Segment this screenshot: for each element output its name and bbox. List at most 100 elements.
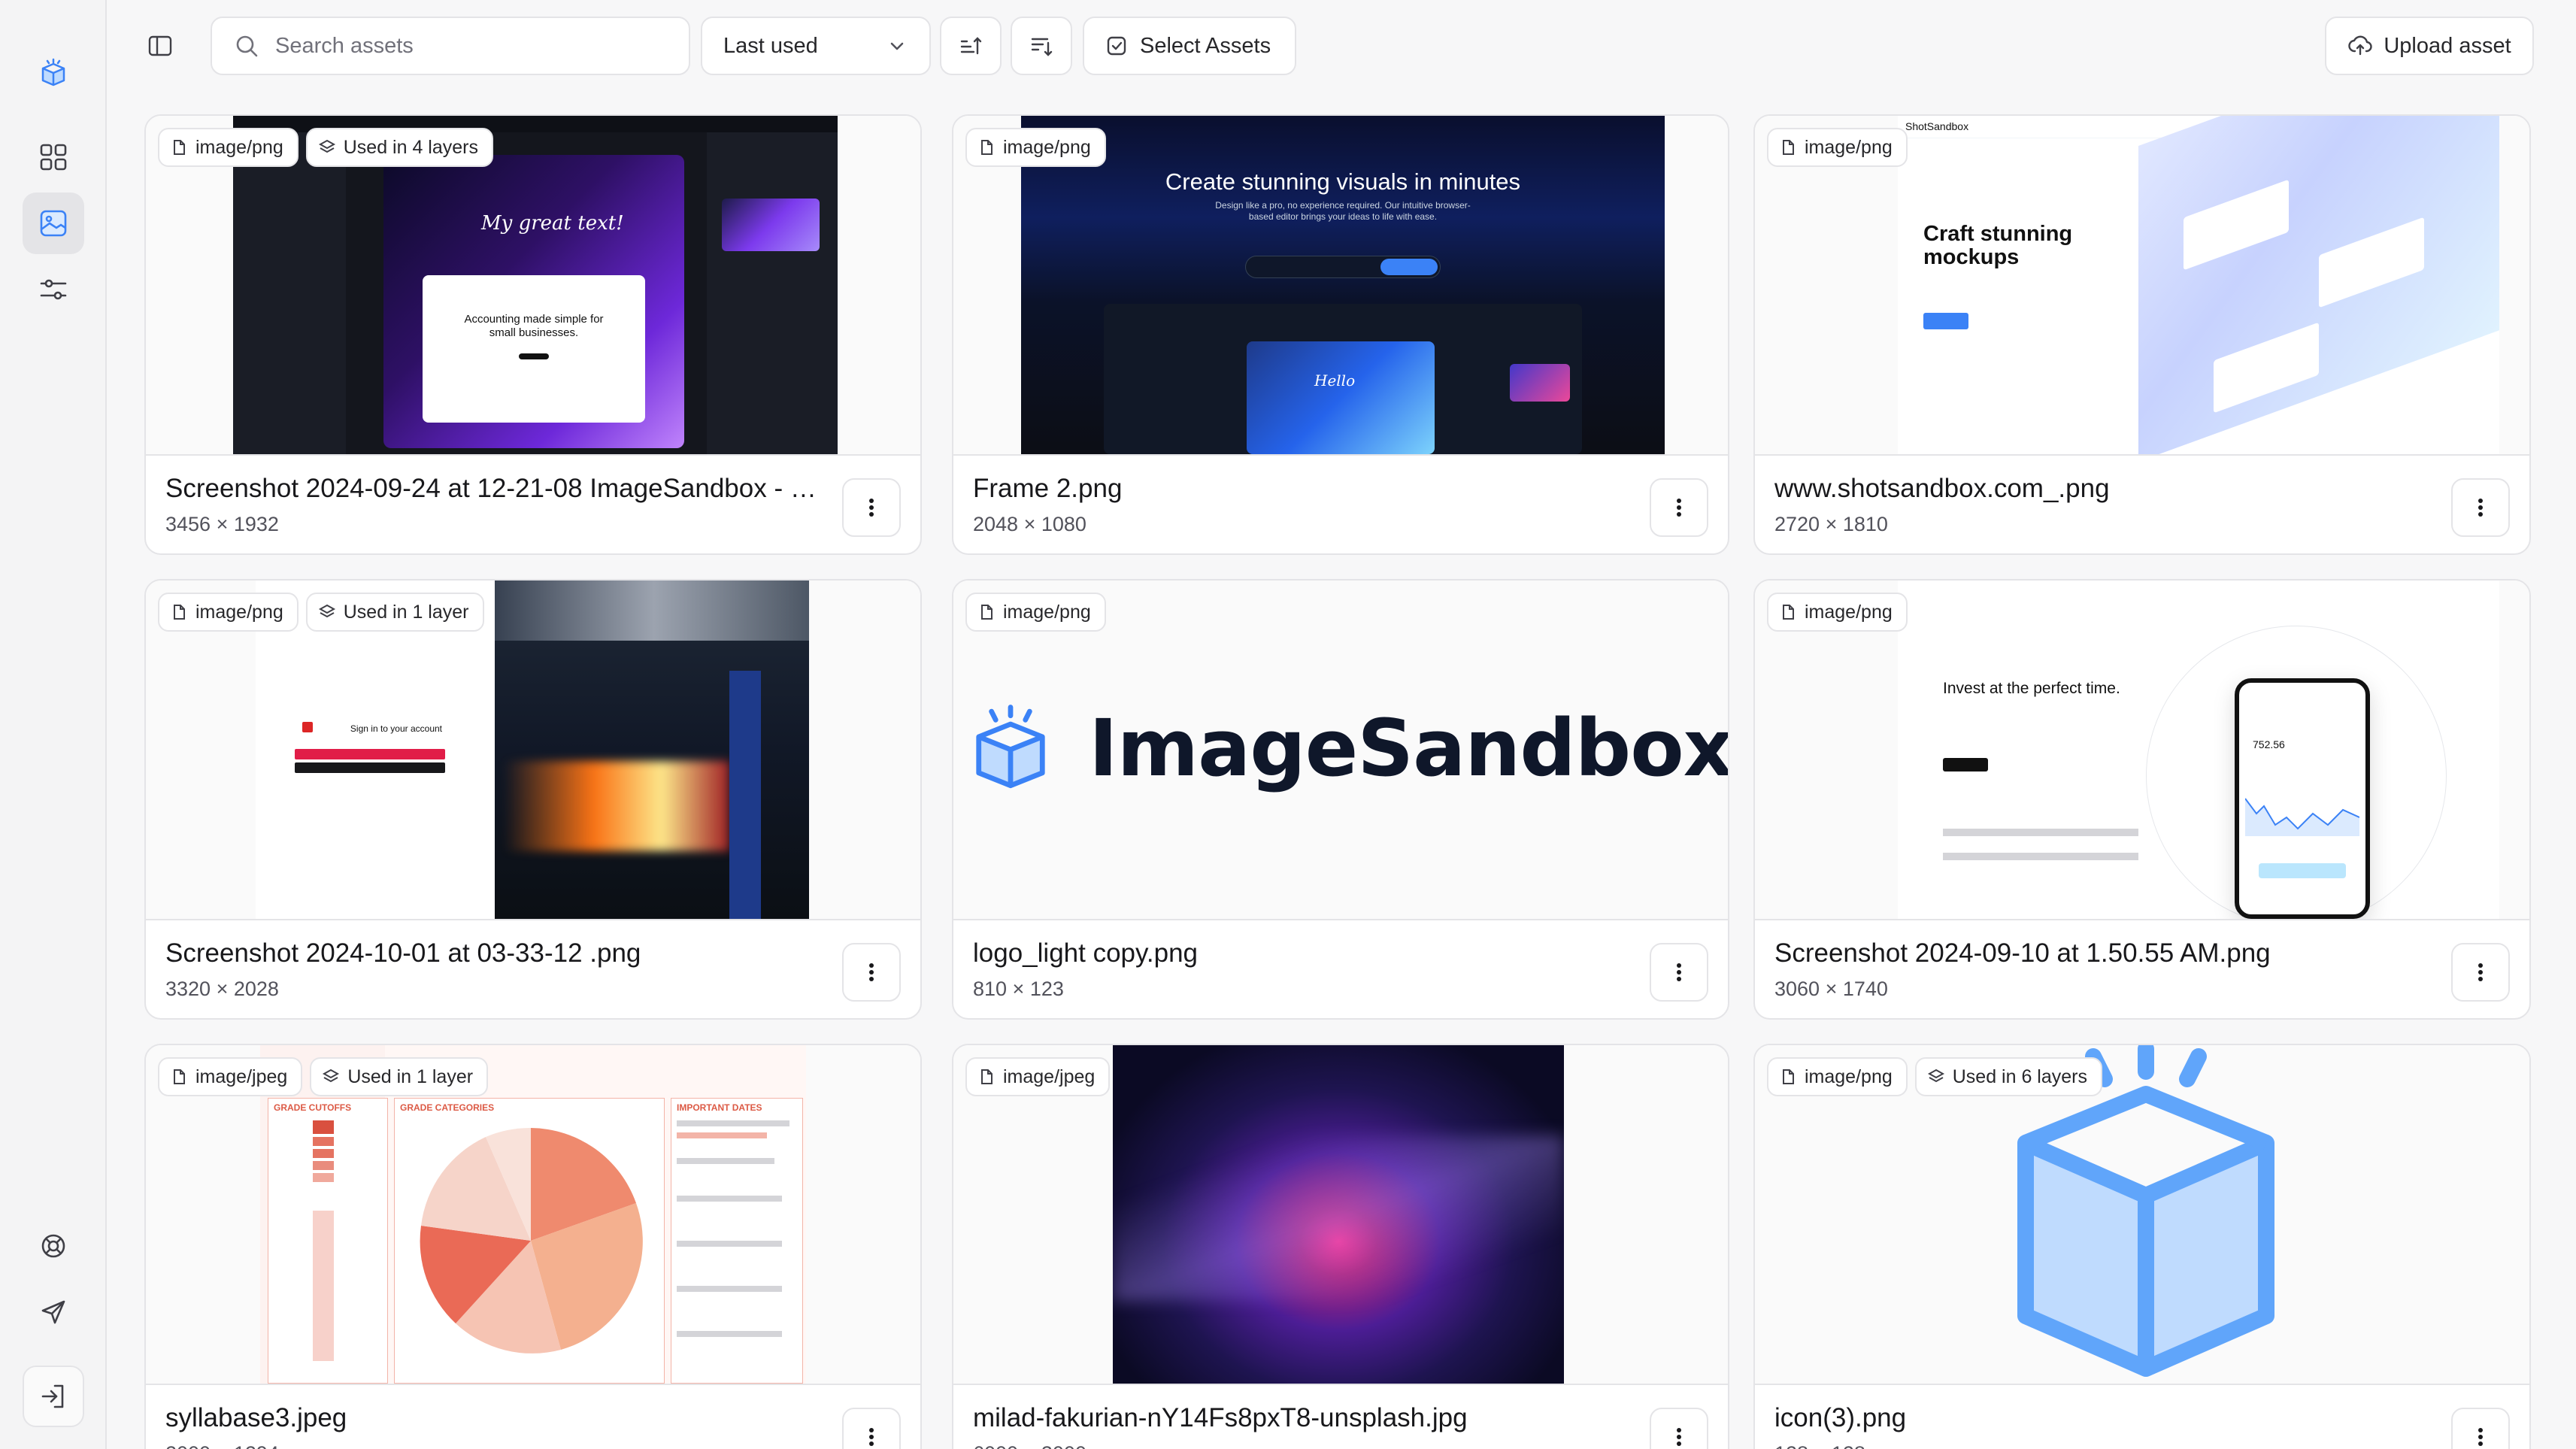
- asset-dimensions: 3060 × 1740: [1774, 978, 1888, 1000]
- more-vertical-icon: [869, 963, 874, 981]
- sidebar: [0, 0, 107, 1449]
- sort-order-button[interactable]: [1011, 17, 1072, 75]
- file-type-badge: image/jpeg: [965, 1057, 1111, 1096]
- asset-more-button[interactable]: [842, 943, 901, 1002]
- asset-card[interactable]: My great text! Accounting made simple fo…: [144, 114, 922, 555]
- sidebar-item-settings[interactable]: [23, 259, 84, 320]
- file-icon: [1783, 140, 1794, 155]
- file-icon: [174, 1069, 185, 1084]
- usage-label: Used in 1 layer: [343, 601, 469, 623]
- asset-name: syllabase3.jpeg: [165, 1403, 347, 1432]
- thumb-categories-title: GRADE CATEGORIES: [400, 1102, 495, 1113]
- sidebar-item-assets[interactable]: [23, 192, 84, 254]
- more-vertical-icon: [869, 1428, 874, 1446]
- thumb-subtext: Accounting made simple for small busines…: [464, 313, 604, 339]
- grid-icon: [40, 144, 67, 171]
- search-box[interactable]: [211, 17, 690, 75]
- logo-wordmark: ImageSandbox: [1089, 702, 1728, 794]
- thumb-dates-title: IMPORTANT DATES: [677, 1102, 762, 1113]
- asset-name: www.shotsandbox.com_.png: [1774, 474, 2110, 503]
- asset-badges: image/png Used in 4 layers: [158, 128, 493, 167]
- sort-direction-button[interactable]: [940, 17, 1002, 75]
- file-type-badge: image/png: [1767, 593, 1908, 632]
- sidebar-toggle-icon: [148, 35, 172, 56]
- thumb-subtext: Design like a pro, no experience require…: [1215, 200, 1471, 222]
- sort-list-icon: [1031, 38, 1053, 56]
- asset-badges: image/png: [965, 128, 1106, 167]
- asset-badges: image/png Used in 6 layers: [1767, 1057, 2102, 1096]
- asset-card[interactable]: Sign in to your account image/png Used i…: [144, 579, 922, 1020]
- asset-card[interactable]: image/png Used in 6 layers icon(3).png 1…: [1753, 1044, 2531, 1449]
- layers-icon: [323, 1069, 340, 1083]
- more-vertical-icon: [2478, 1428, 2483, 1446]
- file-type-label: image/png: [195, 601, 283, 623]
- asset-more-button[interactable]: [1650, 943, 1708, 1002]
- select-assets-label: Select Assets: [1140, 33, 1271, 58]
- search-icon: [236, 35, 258, 57]
- cube-logo-icon: [976, 705, 1045, 789]
- asset-dimensions: 128 × 128: [1774, 1442, 1865, 1449]
- more-vertical-icon: [869, 499, 874, 517]
- send-icon: [41, 1300, 65, 1324]
- asset-dimensions: 810 × 123: [973, 978, 1064, 1000]
- asset-name: Screenshot 2024-09-24 at 12-21-08 ImageS…: [165, 474, 827, 503]
- asset-more-button[interactable]: [2451, 1408, 2510, 1449]
- asset-badges: image/jpeg: [965, 1057, 1111, 1096]
- sort-select[interactable]: Last used: [701, 17, 931, 75]
- thumb-headline-text: Craft stunning mockups: [1923, 222, 2073, 269]
- file-type-badge: image/png: [1767, 128, 1908, 167]
- toggle-sidebar-button[interactable]: [129, 17, 191, 75]
- asset-more-button[interactable]: [2451, 478, 2510, 537]
- app-logo-icon[interactable]: [23, 42, 84, 104]
- file-type-label: image/jpeg: [195, 1066, 288, 1087]
- asset-card[interactable]: GRADE CUTOFFS GRADE CATEGORIES IMPORTANT…: [144, 1044, 922, 1449]
- asset-more-button[interactable]: [842, 478, 901, 537]
- usage-label: Used in 1 layer: [347, 1066, 474, 1087]
- file-type-badge: image/png: [158, 128, 299, 167]
- more-vertical-icon: [2478, 963, 2483, 981]
- asset-more-button[interactable]: [842, 1408, 901, 1449]
- more-vertical-icon: [1677, 499, 1681, 517]
- usage-badge: Used in 4 layers: [305, 128, 493, 167]
- asset-more-button[interactable]: [1650, 478, 1708, 537]
- asset-dimensions: 2720 × 1810: [1774, 513, 1888, 535]
- asset-card[interactable]: Invest at the perfect time. 752.56 image…: [1753, 579, 2531, 1020]
- select-assets-button[interactable]: Select Assets: [1083, 17, 1296, 75]
- sidebar-item-help[interactable]: [23, 1215, 84, 1277]
- asset-card[interactable]: ImageSandbox image/png logo_light copy.p…: [952, 579, 1729, 1020]
- logout-icon: [41, 1384, 64, 1408]
- website-preview: ShotSandbox Craft stunning mockups: [1898, 116, 2499, 454]
- usage-badge: Used in 6 layers: [1914, 1057, 2102, 1096]
- asset-more-button[interactable]: [2451, 943, 2510, 1002]
- file-type-label: image/png: [1805, 601, 1893, 623]
- upload-asset-button[interactable]: Upload asset: [2325, 17, 2534, 75]
- thumb-headline-text: Invest at the perfect time.: [1943, 680, 2120, 697]
- abstract-photo-preview: [1113, 1045, 1564, 1384]
- thumb-signin-text: Sign in to your account: [350, 723, 442, 734]
- asset-more-button[interactable]: [1650, 1408, 1708, 1449]
- stock-chart-icon: [2245, 798, 2359, 836]
- asset-dimensions: 2000 × 1294: [165, 1442, 279, 1449]
- sidebar-item-feedback[interactable]: [23, 1281, 84, 1343]
- file-icon: [174, 605, 185, 620]
- layers-icon: [318, 139, 335, 153]
- search-input[interactable]: [275, 33, 666, 59]
- checkbox-icon: [1107, 36, 1126, 56]
- file-type-label: image/png: [1805, 1066, 1893, 1087]
- asset-card[interactable]: ShotSandbox Craft stunning mockups image…: [1753, 114, 2531, 555]
- frame-preview: Create stunning visuals in minutes Desig…: [1021, 116, 1665, 454]
- asset-card[interactable]: Create stunning visuals in minutes Desig…: [952, 114, 1729, 555]
- thumb-headline-text: Create stunning visuals in minutes: [1165, 168, 1521, 195]
- asset-name: milad-fakurian-nY14Fs8pxT8-unsplash.jpg: [973, 1403, 1468, 1432]
- asset-card[interactable]: image/jpeg milad-fakurian-nY14Fs8pxT8-un…: [952, 1044, 1729, 1449]
- file-type-label: image/png: [1805, 136, 1893, 158]
- asset-badges: image/png: [1767, 593, 1908, 632]
- logout-button[interactable]: [23, 1366, 84, 1427]
- usage-label: Used in 6 layers: [1952, 1066, 2087, 1087]
- more-vertical-icon: [2478, 499, 2483, 517]
- file-type-badge: image/png: [158, 593, 299, 632]
- usage-badge: Used in 1 layer: [305, 593, 484, 632]
- cloud-upload-icon: [2348, 35, 2373, 56]
- thumb-price-text: 752.56: [2253, 738, 2285, 750]
- sidebar-item-dashboard[interactable]: [23, 126, 84, 188]
